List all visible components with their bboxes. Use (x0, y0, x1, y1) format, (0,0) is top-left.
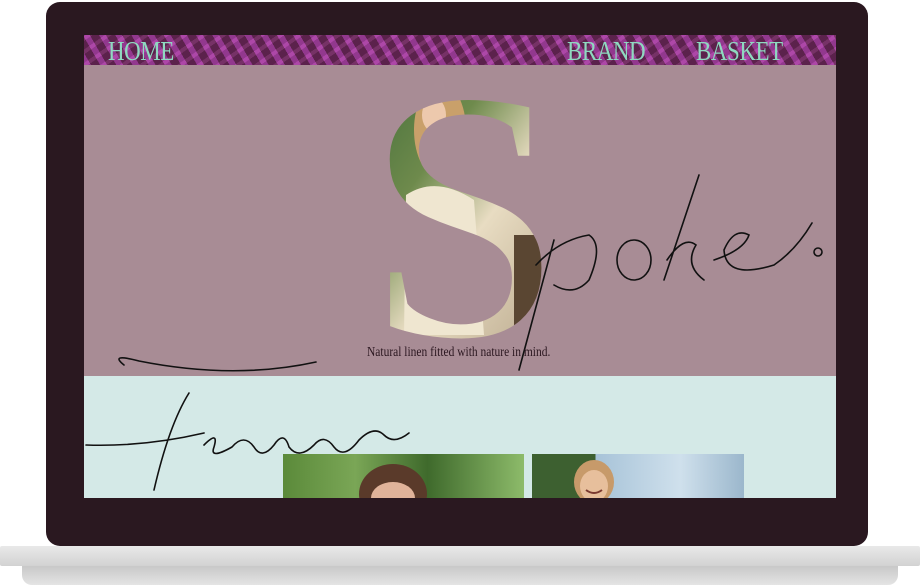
brand-logo-art: S (85, 75, 823, 491)
laptop-base (0, 544, 920, 587)
website-screen: HOME BRAND BASKET S (84, 35, 836, 498)
logo-script-spoke (518, 174, 823, 371)
logo-s-photo-fill (366, 75, 554, 345)
laptop-base-top (0, 546, 920, 566)
featured-script-heading (85, 357, 410, 491)
laptop-base-bottom (22, 566, 898, 585)
hero-tagline: Natural linen fitted with nature in mind… (367, 345, 551, 360)
